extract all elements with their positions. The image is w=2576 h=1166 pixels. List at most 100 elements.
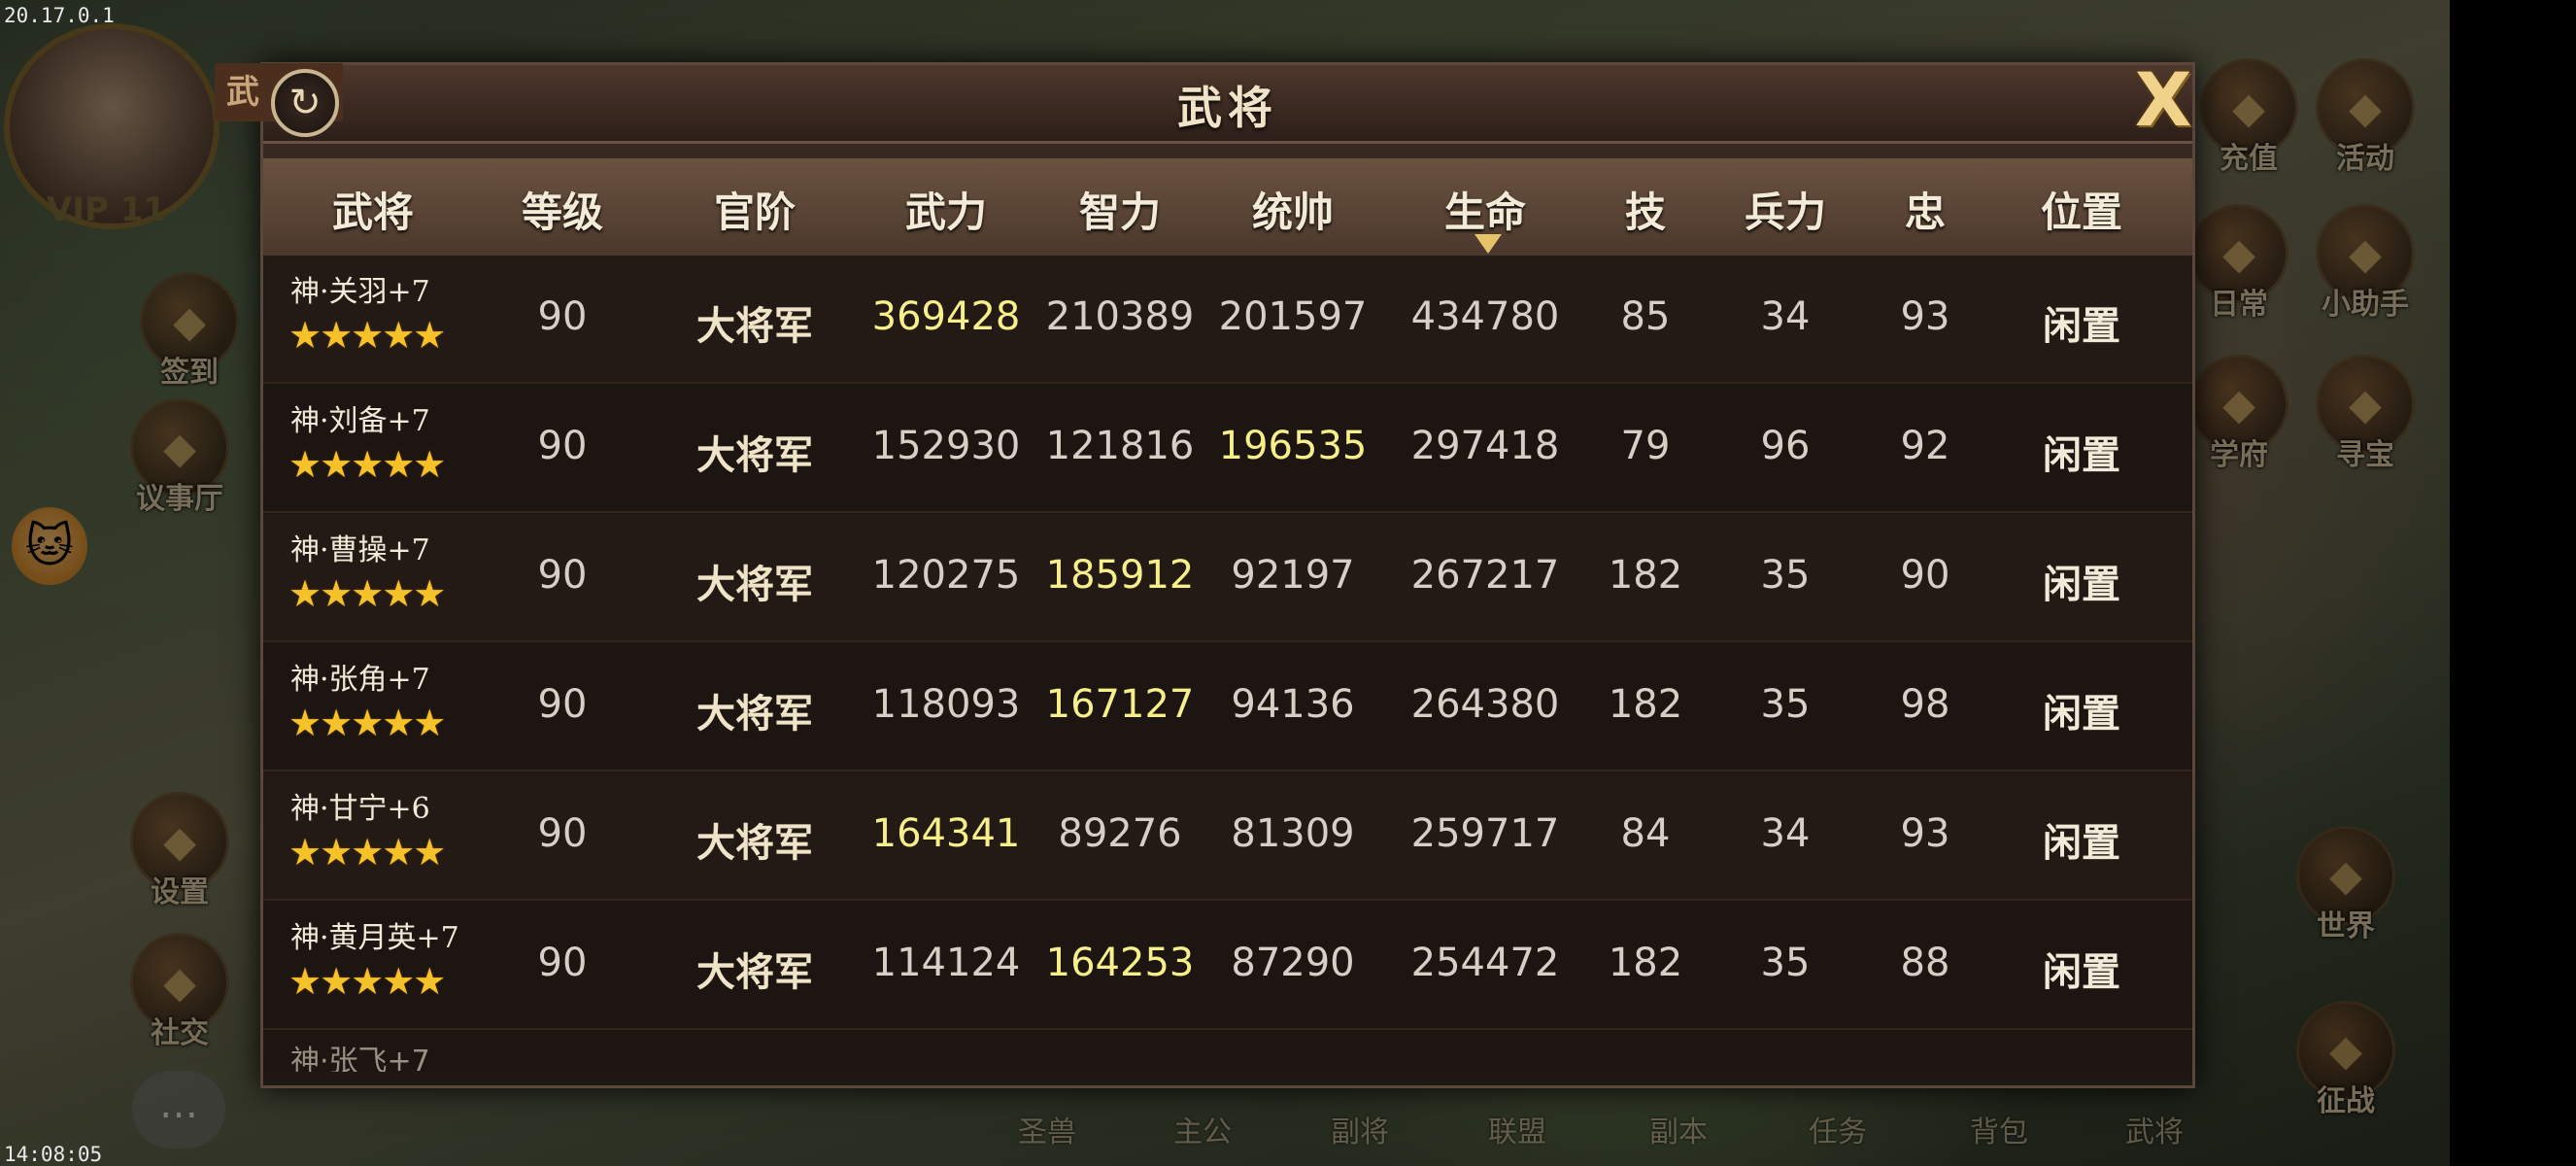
cell-command: 81309 bbox=[1231, 811, 1355, 856]
cell-skill: 84 bbox=[1620, 811, 1671, 856]
header-force[interactable]: 武力 bbox=[905, 180, 987, 239]
cell-loyalty: 90 bbox=[1900, 553, 1950, 598]
cell-life: 259717 bbox=[1410, 811, 1560, 856]
general-name: 神·张角+7 bbox=[290, 663, 430, 697]
cell-level: 90 bbox=[537, 682, 588, 727]
cell-force: 120275 bbox=[871, 553, 1021, 598]
general-name: 神·关羽+7 bbox=[290, 275, 430, 309]
header-loyalty[interactable]: 忠 bbox=[1905, 180, 1946, 239]
clock-label: 14:08:05 bbox=[4, 1143, 103, 1166]
cell-loyalty: 93 bbox=[1900, 294, 1950, 339]
cell-level: 90 bbox=[537, 294, 588, 339]
cell-rank: 大将军 bbox=[696, 691, 813, 737]
header-intellect[interactable]: 智力 bbox=[1079, 180, 1161, 239]
cell-command: 92197 bbox=[1231, 553, 1355, 598]
cell-skill: 182 bbox=[1608, 682, 1683, 727]
header-level[interactable]: 等级 bbox=[522, 180, 603, 239]
cell-status[interactable]: 闲置 bbox=[2043, 682, 2120, 738]
cell-intellect: 167127 bbox=[1045, 682, 1195, 727]
cell-life: 264380 bbox=[1410, 682, 1560, 727]
cell-status[interactable]: 闲置 bbox=[2043, 811, 2120, 868]
star-rating: ★★★★★ bbox=[288, 702, 446, 744]
table-header: 武将 等级 官阶 武力 智力 统帅 生命 技 兵力 忠 位置 bbox=[263, 158, 2192, 256]
general-row[interactable]: 神·张角+7 ★★★★★ 90 大将军 118093 167127 94136 264380 1… bbox=[263, 643, 2192, 772]
cell-life: 434780 bbox=[1410, 294, 1560, 339]
header-position[interactable]: 位置 bbox=[2041, 180, 2122, 239]
cell-command: 201597 bbox=[1218, 294, 1368, 339]
version-label: 20.17.0.1 bbox=[4, 4, 115, 27]
cell-troops: 34 bbox=[1760, 811, 1811, 856]
cell-level: 90 bbox=[537, 811, 588, 856]
cell-loyalty: 93 bbox=[1900, 811, 1950, 856]
cell-troops: 35 bbox=[1760, 553, 1811, 598]
cell-skill: 182 bbox=[1608, 941, 1683, 985]
cell-intellect: 89276 bbox=[1058, 811, 1182, 856]
cell-life: 254472 bbox=[1410, 941, 1560, 985]
header-rank[interactable]: 官阶 bbox=[714, 180, 796, 239]
general-name: 神·刘备+7 bbox=[290, 404, 430, 438]
star-rating: ★★★★★ bbox=[288, 831, 446, 874]
cell-force: 152930 bbox=[871, 424, 1021, 468]
cell-force: 369428 bbox=[871, 294, 1021, 339]
generals-panel: 武 ↻ 武将 X 武将 等级 官阶 武力 智力 统帅 生命 技 兵力 忠 位置 … bbox=[215, 56, 2195, 1088]
cell-intellect: 121816 bbox=[1045, 424, 1195, 468]
cell-intellect: 210389 bbox=[1045, 294, 1195, 339]
cell-rank: 大将军 bbox=[696, 432, 813, 478]
cell-intellect: 164253 bbox=[1045, 941, 1195, 985]
cell-level: 90 bbox=[537, 424, 588, 468]
cell-rank: 大将军 bbox=[696, 820, 813, 866]
cell-level: 90 bbox=[537, 941, 588, 985]
cell-life: 267217 bbox=[1410, 553, 1560, 598]
cell-status[interactable]: 闲置 bbox=[2043, 294, 2120, 351]
header-skill[interactable]: 技 bbox=[1625, 180, 1666, 239]
close-button[interactable]: X bbox=[2124, 56, 2202, 143]
cell-skill: 182 bbox=[1608, 553, 1683, 598]
cell-command: 87290 bbox=[1231, 941, 1355, 985]
panel-header: 武 ↻ 武将 X bbox=[215, 56, 2192, 144]
cell-loyalty: 92 bbox=[1900, 424, 1950, 468]
general-row[interactable]: 神·关羽+7 ★★★★★ 90 大将军 369428 210389 201597 434780… bbox=[263, 256, 2192, 384]
partial-general-row[interactable]: 神·张飞+7 bbox=[290, 1037, 430, 1072]
cell-intellect: 185912 bbox=[1045, 553, 1195, 598]
cell-skill: 79 bbox=[1620, 424, 1671, 468]
sort-desc-icon bbox=[1474, 234, 1502, 254]
header-life[interactable]: 生命 bbox=[1444, 180, 1526, 239]
star-rating: ★★★★★ bbox=[288, 572, 446, 615]
cell-force: 114124 bbox=[871, 941, 1021, 985]
star-rating: ★★★★★ bbox=[288, 443, 446, 486]
cell-troops: 35 bbox=[1760, 682, 1811, 727]
cell-loyalty: 88 bbox=[1900, 941, 1950, 985]
general-name: 神·甘宁+6 bbox=[290, 792, 430, 826]
general-name: 神·曹操+7 bbox=[290, 533, 430, 567]
cell-status[interactable]: 闲置 bbox=[2043, 424, 2120, 480]
cell-troops: 34 bbox=[1760, 294, 1811, 339]
cell-status[interactable]: 闲置 bbox=[2043, 553, 2120, 609]
cell-force: 118093 bbox=[871, 682, 1021, 727]
close-icon: X bbox=[2134, 55, 2192, 143]
header-command[interactable]: 统帅 bbox=[1252, 180, 1334, 239]
star-rating: ★★★★★ bbox=[288, 960, 446, 1003]
cell-rank: 大将军 bbox=[696, 303, 813, 349]
cell-force: 164341 bbox=[871, 811, 1021, 856]
cell-status[interactable]: 闲置 bbox=[2043, 941, 2120, 997]
cell-rank: 大将军 bbox=[696, 562, 813, 607]
general-row[interactable]: 神·甘宁+6 ★★★★★ 90 大将军 164341 89276 81309 259717 84… bbox=[263, 772, 2192, 901]
cell-troops: 35 bbox=[1760, 941, 1811, 985]
general-row[interactable]: 神·曹操+7 ★★★★★ 90 大将军 120275 185912 92197 267217 1… bbox=[263, 514, 2192, 642]
cell-rank: 大将军 bbox=[696, 949, 813, 995]
cell-loyalty: 98 bbox=[1900, 682, 1950, 727]
cell-troops: 96 bbox=[1760, 424, 1811, 468]
general-row[interactable]: 神·刘备+7 ★★★★★ 90 大将军 152930 121816 196535 297418… bbox=[263, 385, 2192, 513]
header-troops[interactable]: 兵力 bbox=[1745, 180, 1826, 239]
general-name: 神·黄月英+7 bbox=[290, 921, 459, 955]
cell-command: 94136 bbox=[1231, 682, 1355, 727]
cell-skill: 85 bbox=[1620, 294, 1671, 339]
general-row[interactable]: 神·黄月英+7 ★★★★★ 90 大将军 114124 164253 87290 254472… bbox=[263, 902, 2192, 1030]
cell-life: 297418 bbox=[1410, 424, 1560, 468]
panel-title: 武将 bbox=[1177, 82, 1278, 134]
star-rating: ★★★★★ bbox=[288, 314, 446, 357]
cell-command: 196535 bbox=[1218, 424, 1368, 468]
generals-table: 武将 等级 官阶 武力 智力 统帅 生命 技 兵力 忠 位置 神·关羽+7 ★★★… bbox=[263, 158, 2192, 1072]
cell-level: 90 bbox=[537, 553, 588, 598]
header-general[interactable]: 武将 bbox=[332, 180, 414, 239]
